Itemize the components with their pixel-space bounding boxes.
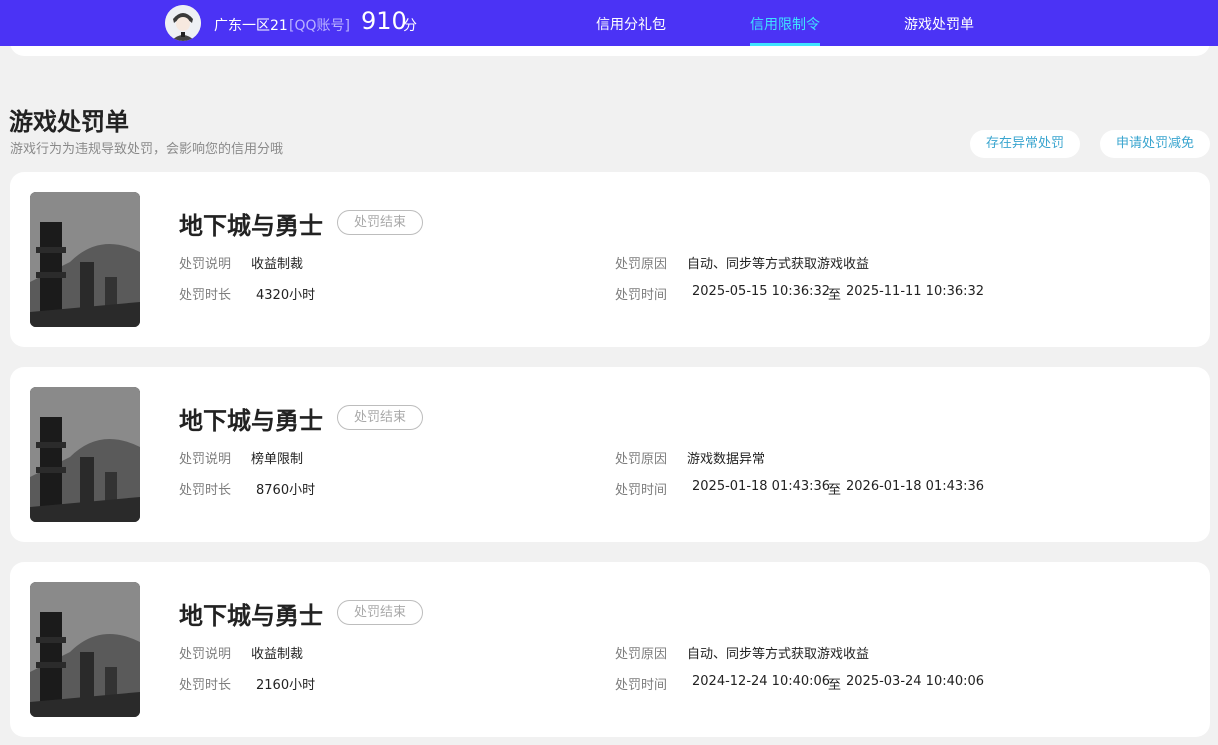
duration-value: 8760小时: [256, 483, 316, 498]
tab-credit-restriction[interactable]: 信用限制令: [750, 14, 820, 34]
avatar[interactable]: [165, 5, 201, 41]
section-subtitle: 游戏行为为违规导致处罚，会影响您的信用分哦: [10, 142, 284, 157]
penalty-card: 地下城与勇士 处罚结束 处罚说明 收益制裁 处罚原因 自动、同步等方式获取游戏收…: [10, 172, 1210, 347]
tab-credit-gift[interactable]: 信用分礼包: [596, 14, 666, 34]
game-cover-icon: [30, 387, 140, 522]
end-time: 2025-03-24 10:40:06: [846, 674, 985, 689]
game-title: 地下城与勇士: [179, 212, 323, 240]
game-thumbnail: [30, 582, 140, 717]
abnormal-penalty-button[interactable]: 存在异常处罚: [970, 130, 1080, 158]
duration-label: 处罚时长: [179, 483, 232, 498]
reason-label: 处罚原因: [615, 452, 668, 467]
appeal-penalty-button[interactable]: 申请处罚减免: [1100, 130, 1210, 158]
time-separator: 至: [828, 678, 842, 693]
desc-value: 收益制裁: [251, 257, 304, 272]
game-cover-icon: [30, 582, 140, 717]
end-time: 2025-11-11 10:36:32: [846, 284, 985, 299]
account-type: [QQ账号]: [289, 18, 350, 34]
tab-game-penalty[interactable]: 游戏处罚单: [904, 14, 974, 34]
end-time: 2026-01-18 01:43:36: [846, 479, 985, 494]
reason-label: 处罚原因: [615, 647, 668, 662]
game-thumbnail: [30, 387, 140, 522]
section-title: 游戏处罚单: [9, 108, 129, 136]
time-label: 处罚时间: [615, 678, 668, 693]
desc-value: 收益制裁: [251, 647, 304, 662]
time-label: 处罚时间: [615, 483, 668, 498]
time-separator: 至: [828, 288, 842, 303]
duration-label: 处罚时长: [179, 288, 232, 303]
credit-score: 910: [361, 7, 407, 35]
avatar-icon: [165, 5, 201, 41]
start-time: 2024-12-24 10:40:06: [692, 674, 831, 689]
reason-value: 自动、同步等方式获取游戏收益: [687, 257, 870, 272]
game-thumbnail: [30, 192, 140, 327]
start-time: 2025-05-15 10:36:32: [692, 284, 831, 299]
status-badge: 处罚结束: [337, 600, 423, 625]
status-badge: 处罚结束: [337, 210, 423, 235]
credit-score-unit: 分: [403, 18, 417, 34]
reason-value: 自动、同步等方式获取游戏收益: [687, 647, 870, 662]
penalty-card: 地下城与勇士 处罚结束 处罚说明 榜单限制 处罚原因 游戏数据异常 处罚时长 8…: [10, 367, 1210, 542]
reason-value: 游戏数据异常: [687, 452, 766, 467]
status-badge: 处罚结束: [337, 405, 423, 430]
game-title: 地下城与勇士: [179, 602, 323, 630]
duration-label: 处罚时长: [179, 678, 232, 693]
desc-label: 处罚说明: [179, 257, 232, 272]
time-label: 处罚时间: [615, 288, 668, 303]
top-bar: 广东一区21 [QQ账号] 910 分 信用分礼包 信用限制令 游戏处罚单: [0, 0, 1218, 46]
duration-value: 2160小时: [256, 678, 316, 693]
duration-value: 4320小时: [256, 288, 316, 303]
active-tab-indicator: [750, 43, 820, 46]
reason-label: 处罚原因: [615, 257, 668, 272]
desc-label: 处罚说明: [179, 647, 232, 662]
penalty-card: 地下城与勇士 处罚结束 处罚说明 收益制裁 处罚原因 自动、同步等方式获取游戏收…: [10, 562, 1210, 737]
game-title: 地下城与勇士: [179, 407, 323, 435]
user-name: 广东一区21: [214, 18, 288, 34]
desc-value: 榜单限制: [251, 452, 304, 467]
start-time: 2025-01-18 01:43:36: [692, 479, 831, 494]
desc-label: 处罚说明: [179, 452, 232, 467]
game-cover-icon: [30, 192, 140, 327]
time-separator: 至: [828, 483, 842, 498]
